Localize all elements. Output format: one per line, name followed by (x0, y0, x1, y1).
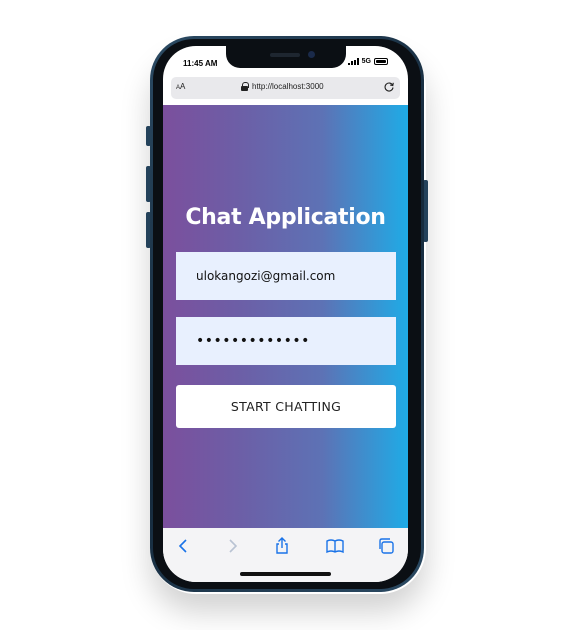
signal-icon (347, 58, 359, 65)
network-label: 5G (361, 58, 371, 65)
url-text: http://localhost:3000 (252, 82, 324, 91)
camera-icon (308, 51, 315, 58)
aa-button[interactable]: AA (176, 82, 185, 91)
tabs-icon[interactable] (376, 536, 396, 556)
reload-icon[interactable] (383, 81, 395, 93)
chat-login-page: Chat Application START CHATTING (163, 105, 408, 528)
status-indicators: 5G (347, 58, 388, 65)
battery-icon (374, 58, 388, 65)
phone-screen: 11:45 AM 5G AA http://localhost:3000 Cha… (163, 46, 408, 582)
chevron-left-icon[interactable] (174, 536, 194, 556)
share-icon[interactable] (272, 536, 292, 556)
book-icon[interactable] (325, 536, 345, 556)
lock-icon (241, 82, 249, 91)
chevron-right-icon[interactable] (222, 536, 242, 556)
status-time: 11:45 AM (183, 59, 218, 68)
address-bar[interactable]: AA http://localhost:3000 (171, 77, 400, 99)
speaker-grille (270, 53, 300, 57)
start-chatting-button[interactable]: START CHATTING (176, 385, 396, 428)
password-field[interactable] (176, 317, 396, 365)
aa-large-label: A (180, 82, 186, 91)
url-display[interactable]: http://localhost:3000 (241, 82, 324, 91)
email-field[interactable] (176, 252, 396, 300)
notch (226, 46, 346, 68)
page-title: Chat Application (185, 205, 386, 230)
home-indicator[interactable] (240, 572, 331, 576)
